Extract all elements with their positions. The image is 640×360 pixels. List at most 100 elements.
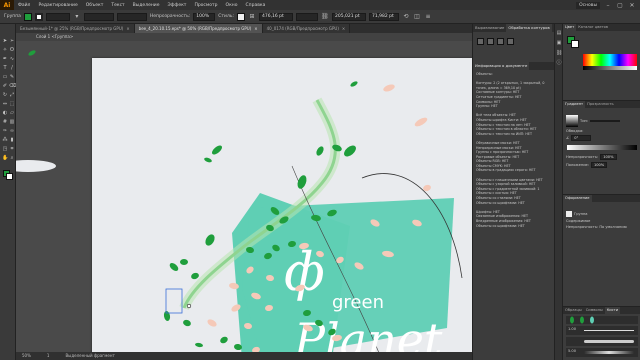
- style-swatch[interactable]: [236, 12, 245, 21]
- free-transform-icon[interactable]: ⬚: [9, 101, 15, 107]
- green-leaf[interactable]: [210, 144, 223, 156]
- doc-tab-3[interactable]: 40_0174 (RGB/Предпросмотр GPU) ×: [262, 24, 351, 33]
- green-leaf[interactable]: [190, 272, 200, 280]
- paintbrush-icon[interactable]: ✎: [9, 74, 15, 80]
- gradient-angle-field[interactable]: 0°: [571, 135, 592, 141]
- tab-gradient[interactable]: Градиент: [563, 101, 586, 108]
- menu-select[interactable]: Выделение: [129, 3, 164, 8]
- variable-width-field[interactable]: [83, 12, 114, 21]
- stroke-color-swatch[interactable]: [571, 40, 579, 48]
- tab-brushes[interactable]: Кисти: [604, 307, 621, 314]
- graph-tool-icon[interactable]: ▮: [9, 137, 15, 143]
- link-icon[interactable]: ⛓: [321, 13, 329, 21]
- green-leaf[interactable]: [163, 311, 171, 322]
- minus-front-icon[interactable]: [487, 38, 494, 45]
- chevron-down-icon[interactable]: ▾: [73, 13, 81, 21]
- green-leaf[interactable]: [182, 319, 192, 327]
- brush-thumbnails[interactable]: [566, 316, 638, 324]
- pink-leaf[interactable]: [382, 83, 395, 93]
- width-field[interactable]: 205,021 pt: [331, 12, 366, 21]
- tab-align[interactable]: Выравнивание: [473, 24, 506, 32]
- green-leaf[interactable]: [204, 233, 217, 247]
- gradient-opacity-field[interactable]: 100%: [600, 154, 617, 160]
- stroke-weight-field[interactable]: [45, 12, 70, 21]
- appearance-opacity-row[interactable]: Непрозрачность: По умолчанию: [563, 224, 640, 230]
- green-leaf[interactable]: [296, 174, 308, 190]
- color-spectrum[interactable]: [583, 54, 637, 66]
- artwork[interactable]: ф green Planet: [92, 58, 472, 360]
- artboard-tool-icon[interactable]: ◳: [2, 146, 8, 152]
- stroke-swatch[interactable]: [6, 173, 13, 180]
- unite-icon[interactable]: [477, 38, 484, 45]
- fill-swatch[interactable]: [23, 12, 32, 21]
- rectangle-tool-icon[interactable]: ▭: [2, 74, 8, 80]
- pen-tool-icon[interactable]: ✒: [2, 56, 8, 62]
- menu-object[interactable]: Объект: [82, 3, 108, 8]
- curvature-icon[interactable]: ∿: [9, 56, 15, 62]
- height-field[interactable]: 71,982 pt: [368, 12, 399, 21]
- menu-type[interactable]: Текст: [107, 3, 128, 8]
- selection-tool-icon[interactable]: ➤: [2, 38, 8, 44]
- width-tool-icon[interactable]: ⇔: [2, 101, 8, 107]
- minimize-icon[interactable]: –: [604, 2, 612, 9]
- gradient-tool-icon[interactable]: ▥: [9, 119, 15, 125]
- eraser-icon[interactable]: ⌫: [9, 83, 16, 89]
- isolate-icon[interactable]: ◫: [413, 13, 421, 21]
- eyedropper-icon[interactable]: ✑: [2, 128, 8, 134]
- close-icon[interactable]: ×: [342, 24, 345, 33]
- tab-appearance[interactable]: Оформление: [563, 195, 592, 202]
- zoom-tool-icon[interactable]: ⌕: [9, 155, 15, 161]
- symbol-sprayer-icon[interactable]: ⁂: [2, 137, 8, 143]
- artboard[interactable]: ф green Planet: [92, 58, 472, 360]
- perspective-icon[interactable]: ▱: [9, 110, 15, 116]
- pink-leaf[interactable]: [413, 116, 428, 128]
- magic-wand-icon[interactable]: ✧: [2, 47, 8, 53]
- hand-tool-icon[interactable]: ✋: [2, 155, 8, 161]
- scale-icon[interactable]: ⤢: [9, 92, 15, 98]
- page-number[interactable]: 1: [47, 352, 50, 360]
- pencil-icon[interactable]: ✐: [2, 83, 8, 89]
- maximize-icon[interactable]: ▢: [616, 2, 624, 9]
- gradient-type-select[interactable]: [590, 120, 621, 122]
- green-leaf[interactable]: [315, 145, 325, 157]
- menu-effect[interactable]: Эффект: [163, 3, 190, 8]
- menu-help[interactable]: Справка: [242, 3, 270, 8]
- direct-selection-tool-icon[interactable]: ➢: [9, 38, 15, 44]
- green-leaf[interactable]: [180, 259, 188, 265]
- tab-pathfinder[interactable]: Обработка контуров: [506, 24, 552, 32]
- opacity-field[interactable]: 100%: [193, 12, 216, 21]
- y-field[interactable]: [295, 12, 318, 21]
- doc-tab-2[interactable]: bee_4_20.10.15.eps* @ 50% (RGB/Предпросм…: [134, 24, 263, 33]
- stroke-swatch[interactable]: [34, 12, 43, 21]
- line-tool-icon[interactable]: /: [9, 65, 15, 71]
- mesh-icon[interactable]: #: [2, 119, 8, 125]
- brush-row-2[interactable]: [566, 337, 638, 346]
- lasso-icon[interactable]: ʘ: [9, 47, 15, 53]
- menu-window[interactable]: Окно: [222, 3, 242, 8]
- tab-swatches[interactable]: Образцы: [563, 307, 584, 314]
- gradient-preview[interactable]: [566, 115, 578, 127]
- tab-symbols[interactable]: Символы: [584, 307, 605, 314]
- tab-document-info[interactable]: Информация о документе: [473, 62, 530, 70]
- menu-edit[interactable]: Редактирование: [34, 3, 81, 8]
- menu-view[interactable]: Просмотр: [190, 3, 221, 8]
- close-icon[interactable]: ✕: [628, 2, 636, 9]
- tab-color-guide[interactable]: Каталог цветов: [576, 24, 610, 31]
- close-icon[interactable]: ×: [254, 24, 257, 33]
- zoom-level[interactable]: 50%: [22, 352, 31, 360]
- green-leaf[interactable]: [168, 261, 180, 272]
- grayscale-ramp[interactable]: [583, 66, 637, 70]
- rotate-icon[interactable]: ↻: [2, 92, 8, 98]
- canvas[interactable]: ф green Planet: [16, 41, 472, 360]
- brush-definition-field[interactable]: [116, 12, 147, 21]
- tab-color[interactable]: Цвет: [563, 24, 577, 31]
- appearance-group-row[interactable]: Группа: [563, 210, 640, 218]
- green-leaf[interactable]: [342, 143, 358, 158]
- transform-icon[interactable]: ⟲: [402, 13, 410, 21]
- tab-transparency[interactable]: Прозрачность: [585, 101, 615, 108]
- exclude-icon[interactable]: [507, 38, 514, 45]
- align-icon[interactable]: ⊞: [248, 13, 256, 21]
- blend-icon[interactable]: ∞: [9, 128, 15, 134]
- type-tool-icon[interactable]: T: [2, 65, 8, 71]
- brush-row-1[interactable]: 1.00: [566, 326, 638, 335]
